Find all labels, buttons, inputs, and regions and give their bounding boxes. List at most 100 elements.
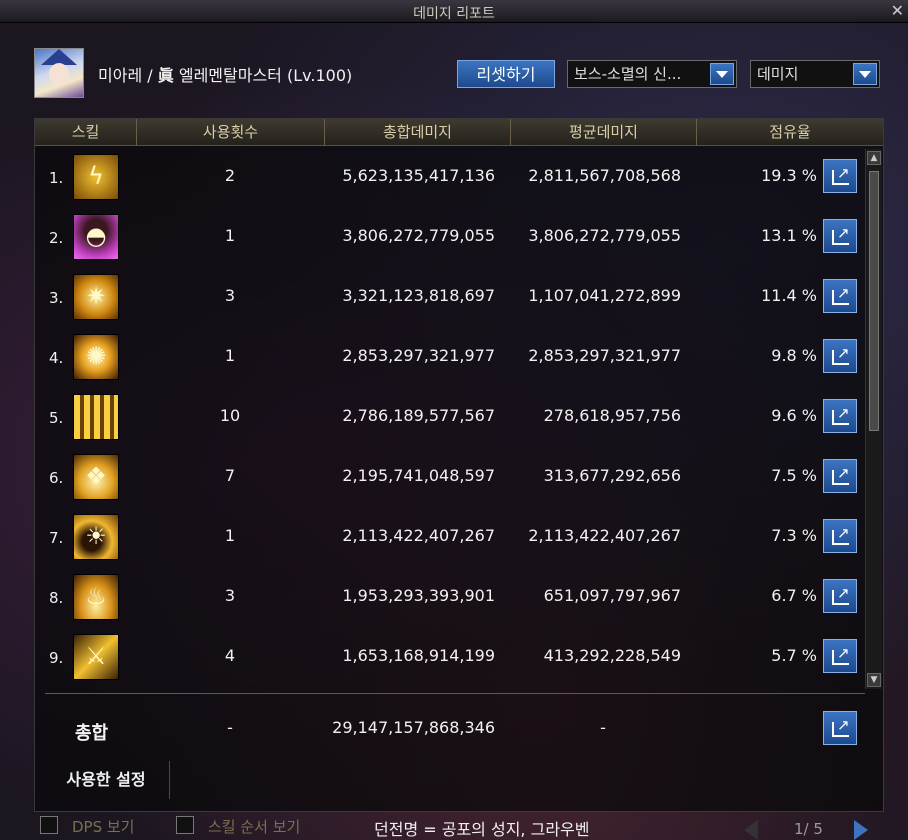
dps-label: DPS 보기 xyxy=(72,818,135,836)
dungeon-name: 던전명 = 공포의 성지, 그라우벤 xyxy=(374,820,590,839)
row-share: 9.6 % xyxy=(771,406,817,425)
slash-skill-icon: ⚔ xyxy=(73,634,119,680)
row-uses: 1 xyxy=(224,226,236,245)
scroll-thumb[interactable] xyxy=(869,171,879,431)
export-button[interactable]: ↗ xyxy=(823,399,857,433)
row-uses: 1 xyxy=(224,346,236,365)
page-next-icon[interactable] xyxy=(854,820,868,840)
export-total-button[interactable]: ↗ xyxy=(823,711,857,745)
total-uses: - xyxy=(227,718,233,737)
table-scrollbar[interactable]: ▲ ▼ xyxy=(865,149,882,689)
table-row: 6. ❖ 7 2,195,741,048,597 313,677,292,656… xyxy=(35,447,881,507)
row-total: 2,195,741,048,597 xyxy=(342,466,495,485)
row-rank: 7. xyxy=(49,529,64,547)
header-skill[interactable]: 스킬 xyxy=(35,119,137,145)
export-button[interactable]: ↗ xyxy=(823,219,857,253)
table-row: 1. ϟ 2 5,623,135,417,136 2,811,567,708,5… xyxy=(35,147,881,207)
metric-dropdown[interactable]: 데미지 xyxy=(750,60,880,88)
row-uses: 2 xyxy=(224,166,236,185)
header-uses[interactable]: 사용횟수 xyxy=(137,119,325,145)
table-row: 9. ⚔ 4 1,653,168,914,199 413,292,228,549… xyxy=(35,627,881,687)
export-button[interactable]: ↗ xyxy=(823,639,857,673)
reset-button[interactable]: 리셋하기 xyxy=(457,60,555,88)
row-uses: 3 xyxy=(224,286,236,305)
row-total: 2,113,422,407,267 xyxy=(342,526,495,545)
export-button[interactable]: ↗ xyxy=(823,159,857,193)
row-share: 11.4 % xyxy=(761,286,817,305)
avatar-face xyxy=(49,63,69,85)
total-label: 총합 xyxy=(75,723,109,744)
chevron-down-icon[interactable] xyxy=(853,63,877,85)
page-indicator: 1/ 5 xyxy=(794,820,823,838)
row-average: 3,806,272,779,055 xyxy=(528,226,681,245)
row-total: 3,321,123,818,697 xyxy=(342,286,495,305)
page-prev-icon[interactable] xyxy=(744,820,758,840)
table-row: 8. ♨ 3 1,953,293,393,901 651,097,797,967… xyxy=(35,567,881,627)
row-rank: 2. xyxy=(49,229,64,247)
chevron-down-icon[interactable] xyxy=(710,63,734,85)
export-button[interactable]: ↗ xyxy=(823,459,857,493)
scroll-down-icon[interactable]: ▼ xyxy=(867,673,881,687)
row-uses: 10 xyxy=(219,406,241,425)
table-row: 3. ✷ 3 3,321,123,818,697 1,107,041,272,8… xyxy=(35,267,881,327)
total-damage: 29,147,157,868,346 xyxy=(332,718,495,737)
scroll-up-icon[interactable]: ▲ xyxy=(867,151,881,165)
row-rank: 8. xyxy=(49,589,64,607)
row-total: 3,806,272,779,055 xyxy=(342,226,495,245)
row-rank: 6. xyxy=(49,469,64,487)
character-name: 미아레 xyxy=(98,66,143,85)
skill-order-checkbox[interactable] xyxy=(176,816,194,834)
row-uses: 7 xyxy=(224,466,236,485)
target-dropdown[interactable]: 보스-소멸의 신... xyxy=(567,60,737,88)
character-info: 미아레 / 眞 엘레멘탈마스터 (Lv.100) xyxy=(98,62,352,86)
dps-checkbox[interactable] xyxy=(40,816,58,834)
tab-used-settings[interactable]: 사용한 설정 xyxy=(43,761,170,799)
row-rank: 5. xyxy=(49,409,64,427)
row-rank: 9. xyxy=(49,649,64,667)
row-total: 2,786,189,577,567 xyxy=(342,406,495,425)
row-average: 2,113,422,407,267 xyxy=(528,526,681,545)
row-share: 5.7 % xyxy=(771,646,817,665)
name-separator: / xyxy=(147,66,153,85)
class-symbol: 眞 xyxy=(157,66,174,85)
row-average: 413,292,228,549 xyxy=(543,646,681,665)
table-row: 5. 10 2,786,189,577,567 278,618,957,756 … xyxy=(35,387,881,447)
total-row: 총합 - 29,147,157,868,346 - ↗ xyxy=(35,699,881,759)
row-average: 313,677,292,656 xyxy=(543,466,681,485)
row-uses: 4 xyxy=(224,646,236,665)
row-total: 1,953,293,393,901 xyxy=(342,586,495,605)
explosion-skill-icon: ✺ xyxy=(73,334,119,380)
avatar xyxy=(34,48,84,98)
row-share: 7.3 % xyxy=(771,526,817,545)
export-button[interactable]: ↗ xyxy=(823,339,857,373)
row-uses: 3 xyxy=(224,586,236,605)
sun-skill-icon: ☀ xyxy=(73,514,119,560)
export-button[interactable]: ↗ xyxy=(823,519,857,553)
header-average[interactable]: 평균데미지 xyxy=(511,119,697,145)
divider xyxy=(45,693,865,694)
footer: DPS 보기 스킬 순서 보기 던전명 = 공포의 성지, 그라우벤 1/ 5 xyxy=(0,812,908,840)
star-burst-skill-icon: ✷ xyxy=(73,274,119,320)
table-header: 스킬 사용횟수 총합데미지 평균데미지 점유율 xyxy=(35,119,883,146)
export-button[interactable]: ↗ xyxy=(823,279,857,313)
row-rank: 1. xyxy=(49,169,64,187)
table-row: 4. ✺ 1 2,853,297,321,977 2,853,297,321,9… xyxy=(35,327,881,387)
close-icon[interactable]: ✕ xyxy=(891,1,904,20)
character-level: (Lv.100) xyxy=(287,66,353,85)
header-total[interactable]: 총합데미지 xyxy=(325,119,511,145)
class-name: 엘레멘탈마스터 xyxy=(178,66,282,85)
row-average: 2,811,567,708,568 xyxy=(528,166,681,185)
total-average: - xyxy=(600,718,606,737)
report-header: 미아레 / 眞 엘레멘탈마스터 (Lv.100) 리셋하기 보스-소멸의 신..… xyxy=(34,46,880,98)
header-share[interactable]: 점유율 xyxy=(697,119,883,145)
window-title: 데미지 리포트 xyxy=(413,6,495,22)
table-row: 7. ☀ 1 2,113,422,407,267 2,113,422,407,2… xyxy=(35,507,881,567)
row-total: 1,653,168,914,199 xyxy=(342,646,495,665)
export-button[interactable]: ↗ xyxy=(823,579,857,613)
row-share: 6.7 % xyxy=(771,586,817,605)
dark-dome-skill-icon: ◓ xyxy=(73,214,119,260)
row-average: 1,107,041,272,899 xyxy=(528,286,681,305)
lightning-skill-icon: ϟ xyxy=(73,154,119,200)
halo-fire-skill-icon: ♨ xyxy=(73,574,119,620)
row-average: 2,853,297,321,977 xyxy=(528,346,681,365)
